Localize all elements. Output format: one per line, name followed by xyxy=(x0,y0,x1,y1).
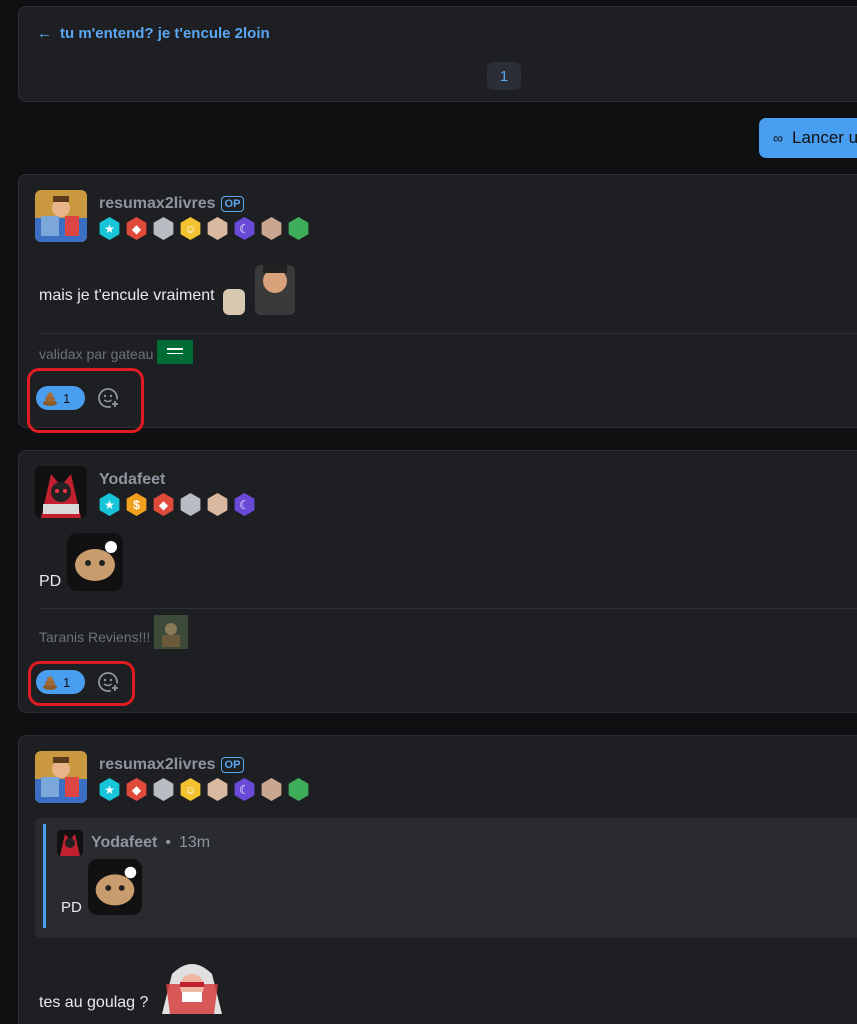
badge-row: ★ ◆ ☺ ☾ xyxy=(98,778,310,801)
face-badge-icon[interactable] xyxy=(207,493,228,516)
portrait-badge-icon[interactable] xyxy=(153,217,174,240)
cube-badge-icon[interactable]: ◆ xyxy=(126,217,147,240)
flag-image xyxy=(157,340,194,364)
person-badge-icon[interactable] xyxy=(288,217,309,240)
face-badge-icon[interactable] xyxy=(207,778,228,801)
person-badge-icon[interactable] xyxy=(288,778,309,801)
post-message: PD xyxy=(39,533,125,591)
cube-badge-icon[interactable]: ◆ xyxy=(153,493,174,516)
page-button[interactable]: 1 xyxy=(487,62,521,90)
topic-header-card: ← tu m'entend? je t'encule 2loin 1 xyxy=(18,6,857,102)
quote-bar xyxy=(43,824,46,928)
emoji-badge-icon[interactable]: ☺ xyxy=(180,778,201,801)
launch-button[interactable]: ∞ Lancer u xyxy=(759,118,857,158)
post-author[interactable]: resumax2livres OP xyxy=(99,195,245,213)
portrait-badge-icon[interactable] xyxy=(180,493,201,516)
launch-button-label: Lancer u xyxy=(791,128,857,147)
arrow-left-icon: ← xyxy=(37,25,52,42)
sticker-image xyxy=(87,858,142,916)
sticker-image xyxy=(154,615,189,649)
quote-header: Yodafeet • 13m xyxy=(57,830,210,856)
post-author[interactable]: Yodafeet xyxy=(99,471,165,489)
signature-divider xyxy=(39,333,857,334)
moon-badge-icon[interactable]: ☾ xyxy=(234,493,255,516)
portrait-badge-icon[interactable] xyxy=(153,778,174,801)
signature: validax par gateau xyxy=(39,340,194,364)
quote-separator: • xyxy=(165,834,171,851)
badge-row: ★ $ ◆ ☾ xyxy=(98,493,256,516)
avatar[interactable] xyxy=(57,830,83,856)
signature: Taranis Reviens!!! xyxy=(39,615,189,649)
avatar[interactable] xyxy=(35,751,87,803)
quote-time: 13m xyxy=(179,834,211,851)
topic-title: tu m'entend? je t'encule 2loin xyxy=(60,25,270,42)
infinity-icon: ∞ xyxy=(773,130,783,146)
signature-divider xyxy=(39,608,857,609)
quote-block[interactable]: Yodafeet • 13m PD xyxy=(35,818,857,938)
cube-badge-icon[interactable]: ◆ xyxy=(126,778,147,801)
face-badge-icon[interactable] xyxy=(207,217,228,240)
post-message: mais je t'encule vraiment xyxy=(39,257,299,317)
sticker-image xyxy=(67,533,124,591)
face-badge-icon[interactable] xyxy=(261,217,282,240)
star-badge-icon[interactable]: ★ xyxy=(99,493,120,516)
moon-badge-icon[interactable]: ☾ xyxy=(234,217,255,240)
highlight-annotation xyxy=(28,661,135,706)
star-badge-icon[interactable]: ★ xyxy=(99,778,120,801)
highlight-annotation xyxy=(27,368,144,433)
dollar-badge-icon[interactable]: $ xyxy=(126,493,147,516)
badge-row: ★ ◆ ☺ ☾ xyxy=(98,217,310,240)
post-card: Yodafeet ★ $ ◆ ☾ PD Taranis Reviens!!! 1 xyxy=(18,450,857,713)
quote-author[interactable]: Yodafeet xyxy=(91,834,157,852)
op-badge: OP xyxy=(220,196,245,212)
star-badge-icon[interactable]: ★ xyxy=(99,217,120,240)
avatar[interactable] xyxy=(35,190,87,242)
quote-message: PD xyxy=(61,858,144,916)
emoji-badge-icon[interactable]: ☺ xyxy=(180,217,201,240)
moon-badge-icon[interactable]: ☾ xyxy=(234,778,255,801)
post-card: resumax2livres OP ★ ◆ ☺ ☾ mais je t'encu… xyxy=(18,174,857,433)
face-badge-icon[interactable] xyxy=(261,778,282,801)
op-badge: OP xyxy=(220,757,245,773)
post-author[interactable]: resumax2livres OP xyxy=(99,756,245,774)
back-to-topic-link[interactable]: ← tu m'entend? je t'encule 2loin xyxy=(37,25,270,42)
sticker-image xyxy=(162,964,223,1014)
avatar[interactable] xyxy=(35,466,87,518)
post-message: tes au goulag ? xyxy=(39,954,232,1014)
post-card: resumax2livres OP ★ ◆ ☺ ☾ Yodafeet • 13m xyxy=(18,735,857,1024)
sticker-image xyxy=(222,265,295,315)
